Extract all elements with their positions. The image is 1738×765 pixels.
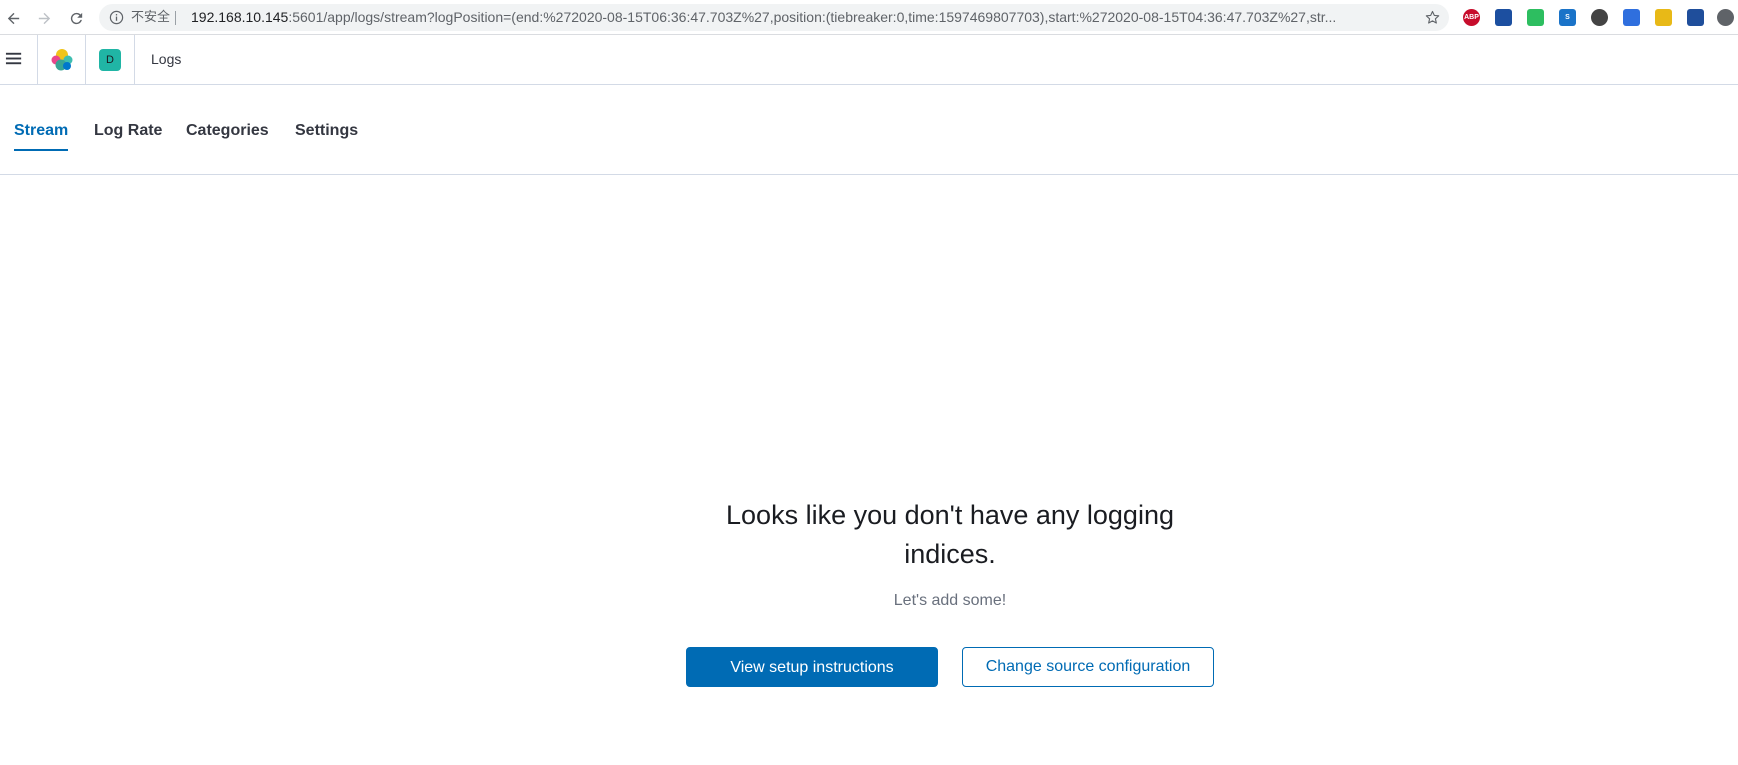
header-divider [37,35,38,84]
empty-state-title-line1: Looks like you don't have any logging [726,500,1174,530]
tab-categories[interactable]: Categories [186,121,269,149]
tab-settings[interactable]: Settings [295,121,358,149]
header-divider [85,35,86,84]
tab-stream[interactable]: Stream [14,121,69,151]
back-button[interactable] [2,7,24,29]
reload-button[interactable] [65,7,87,29]
download-icon[interactable] [1687,9,1704,26]
change-source-configuration-button[interactable]: Change source configuration [962,647,1214,687]
elastic-logo-icon[interactable] [47,45,77,75]
tab-log-rate[interactable]: Log Rate [94,121,162,149]
header-divider [134,35,135,84]
s-extension-icon[interactable]: S [1559,9,1576,26]
save-icon[interactable] [1495,9,1512,26]
menu-hamburger-icon[interactable] [5,49,24,68]
empty-state-body: Let's add some! [893,592,1007,609]
forward-button[interactable] [33,7,55,29]
security-label[interactable]: 不安全 [131,4,170,31]
reload-icon [70,12,82,24]
url-path: :5601/app/logs/stream?logPosition=(end:%… [288,9,1337,25]
forward-arrow-icon [38,12,50,24]
sync-icon[interactable] [1623,9,1640,26]
adblock-plus-icon[interactable]: ABP [1463,9,1480,26]
empty-state-title: Looks like you don't have any logging in… [700,496,1200,574]
browser-toolbar: 不安全 192.168.10.145:5601/app/logs/stream?… [0,0,1738,35]
evernote-icon[interactable] [1527,9,1544,26]
info-icon[interactable] [109,10,124,25]
logs-tabs: Stream Log Rate Categories Settings [0,85,1738,175]
url-host: 192.168.10.145 [191,9,289,25]
back-arrow-icon [7,12,19,24]
breadcrumb-logs: Logs [151,51,182,67]
empty-state-title-line2: indices. [904,539,996,569]
incognito-glasses-icon[interactable] [1591,9,1608,26]
view-setup-instructions-button[interactable]: View setup instructions [686,647,938,687]
settings-extension-icon[interactable] [1717,9,1734,26]
kibana-header: D Logs [0,35,1738,85]
tampermonkey-icon[interactable] [1655,9,1672,26]
omnibox-divider [175,11,176,25]
address-bar[interactable]: 不安全 192.168.10.145:5601/app/logs/stream?… [99,4,1449,31]
space-avatar[interactable]: D [99,49,121,71]
url-text[interactable]: 192.168.10.145:5601/app/logs/stream?logP… [191,4,1413,31]
bookmark-star-icon[interactable] [1424,9,1441,26]
